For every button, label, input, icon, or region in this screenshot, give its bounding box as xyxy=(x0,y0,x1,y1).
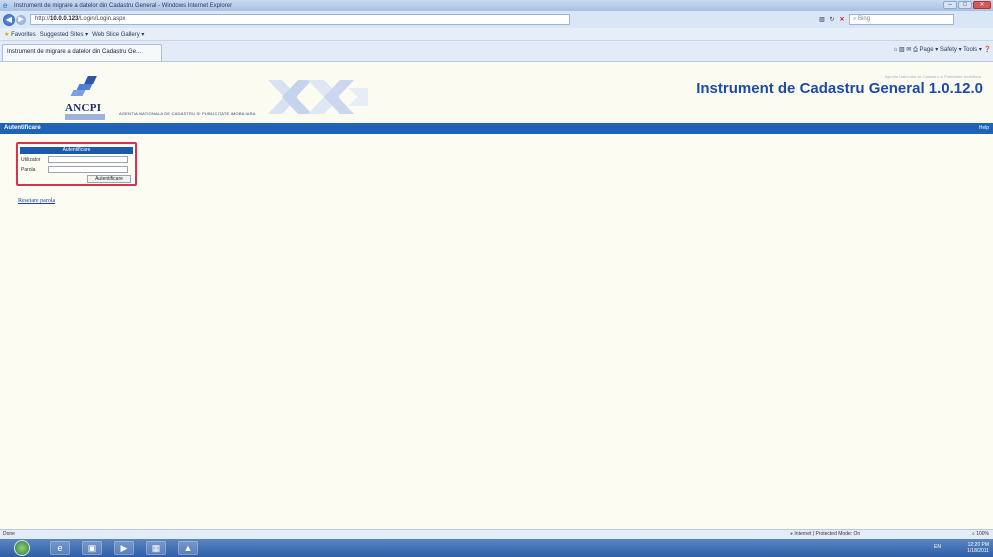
security-zone: ● Internet | Protected Mode: On xyxy=(790,531,860,537)
url-host: 10.0.0.123 xyxy=(50,16,79,22)
window-title: Instrument de migrare a datelor din Cada… xyxy=(14,2,233,9)
taskbar-explorer-icon[interactable]: ▣ xyxy=(82,541,102,555)
help-link[interactable]: Help xyxy=(979,125,989,131)
taskbar-acrobat-icon[interactable]: ▲ xyxy=(178,541,198,555)
command-bar[interactable]: ⌂ ▧ ✉ ⎙ Page ▾ Safety ▾ Tools ▾ ❓ xyxy=(894,46,991,54)
password-input[interactable] xyxy=(48,166,128,173)
logo-tagline xyxy=(65,114,105,120)
zoom-value: 100% xyxy=(976,531,989,537)
windows-taskbar: e ▣ ▶ ▦ ▲ EN 12:20 PM 1/18/2011 xyxy=(0,539,993,557)
back-button[interactable]: ◀ xyxy=(3,13,15,26)
window-controls: – □ ✕ xyxy=(943,1,991,9)
password-label: Parola xyxy=(21,166,36,173)
address-bar[interactable]: http://10.0.0.123/Login/Login.aspx xyxy=(30,14,570,25)
decorative-x-pattern xyxy=(268,80,368,114)
web-page: ANCPI AGENTIA NATIONALA DE CADASTRU SI P… xyxy=(0,62,993,529)
tab-strip: Instrument de migrare a datelor din Cada… xyxy=(0,41,993,62)
taskbar-ie-icon[interactable]: e xyxy=(50,541,70,555)
clock-date: 1/18/2011 xyxy=(967,548,989,554)
browser-status-bar: Done ● Internet | Protected Mode: On ⌕ 1… xyxy=(0,529,993,539)
status-text: Done xyxy=(3,531,15,537)
login-heading: Autentificare xyxy=(20,147,133,154)
zoom-level[interactable]: ⌕ 100% xyxy=(972,531,989,537)
logo-mark xyxy=(68,76,98,100)
favorites-item-suggested-sites[interactable]: Suggested Sites ▾ xyxy=(40,31,88,38)
app-title: Instrument de Cadastru General 1.0.12.0 xyxy=(696,80,983,97)
feeds-icon[interactable]: ▧ xyxy=(899,47,905,53)
favorites-star-icon: ★ xyxy=(4,31,10,38)
password-row: Parola xyxy=(20,165,133,174)
search-placeholder: Bing xyxy=(858,16,871,22)
home-icon[interactable]: ⌂ xyxy=(894,47,898,53)
stop-icon[interactable]: ✕ xyxy=(838,15,846,25)
maximize-button[interactable]: □ xyxy=(958,1,972,9)
compatibility-view-icon[interactable]: ▧ xyxy=(818,15,826,25)
reset-password-link[interactable]: Resetare parola xyxy=(18,198,55,204)
minimize-button[interactable]: – xyxy=(943,1,957,9)
address-controls: ▧ ↻ ✕ xyxy=(818,15,846,25)
help-icon[interactable]: ❓ xyxy=(984,47,991,53)
security-zone-label: Internet | Protected Mode: On xyxy=(794,531,861,537)
favorites-button[interactable]: ★ Favorites xyxy=(4,31,36,38)
agency-name: AGENTIA NATIONALA DE CADASTRU SI PUBLICI… xyxy=(119,111,256,116)
favorites-label: Favorites xyxy=(11,31,36,38)
zoom-icon: ⌕ xyxy=(972,531,975,537)
start-button[interactable] xyxy=(14,540,30,556)
ancpi-logo: ANCPI xyxy=(62,76,110,122)
address-toolbar: ◀ ▶ http://10.0.0.123/Login/Login.aspx ▧… xyxy=(0,11,993,28)
browser-title-bar: e Instrument de migrare a datelor din Ca… xyxy=(0,0,993,11)
username-row: Utilizator xyxy=(20,155,133,164)
internet-explorer-icon: e xyxy=(3,0,8,10)
logo-acronym: ANCPI xyxy=(65,102,102,114)
print-icon[interactable]: ⎙ xyxy=(913,47,918,53)
forward-button[interactable]: ▶ xyxy=(16,14,26,25)
refresh-icon[interactable]: ↻ xyxy=(828,15,836,25)
nav-authentication-label[interactable]: Autentificare xyxy=(4,125,41,131)
page-banner: ANCPI AGENTIA NATIONALA DE CADASTRU SI P… xyxy=(0,62,993,122)
top-navigation-bar: Autentificare Help xyxy=(0,123,993,134)
system-clock[interactable]: 12:20 PM 1/18/2011 xyxy=(967,542,989,554)
username-label: Utilizator xyxy=(21,156,41,163)
login-button[interactable]: Autentificare xyxy=(87,175,131,183)
close-button[interactable]: ✕ xyxy=(973,1,991,9)
search-input[interactable]: ⌕ Bing xyxy=(849,14,954,25)
taskbar-media-icon[interactable]: ▶ xyxy=(114,541,134,555)
mail-icon[interactable]: ✉ xyxy=(906,47,911,53)
favorites-bar: ★ Favorites Suggested Sites ▾ Web Slice … xyxy=(0,28,993,41)
url-prefix: http:// xyxy=(35,16,51,22)
globe-icon: ● xyxy=(790,531,794,537)
input-language[interactable]: EN xyxy=(934,544,941,550)
username-input[interactable] xyxy=(48,156,128,163)
login-form: Autentificare Utilizator Parola Autentif… xyxy=(20,147,133,183)
agency-small-caption: Agentia Nationala de Cadastru si Publici… xyxy=(884,74,982,79)
taskbar-app-icon[interactable]: ▦ xyxy=(146,541,166,555)
url-path: /Login/Login.aspx xyxy=(78,16,126,22)
screen: e Instrument de migrare a datelor din Ca… xyxy=(0,0,993,557)
browser-tab[interactable]: Instrument de migrare a datelor din Cada… xyxy=(2,44,162,61)
favorites-item-web-slice-gallery[interactable]: Web Slice Gallery ▾ xyxy=(92,31,144,38)
command-menu-labels[interactable]: Page ▾ Safety ▾ Tools ▾ xyxy=(920,47,982,53)
